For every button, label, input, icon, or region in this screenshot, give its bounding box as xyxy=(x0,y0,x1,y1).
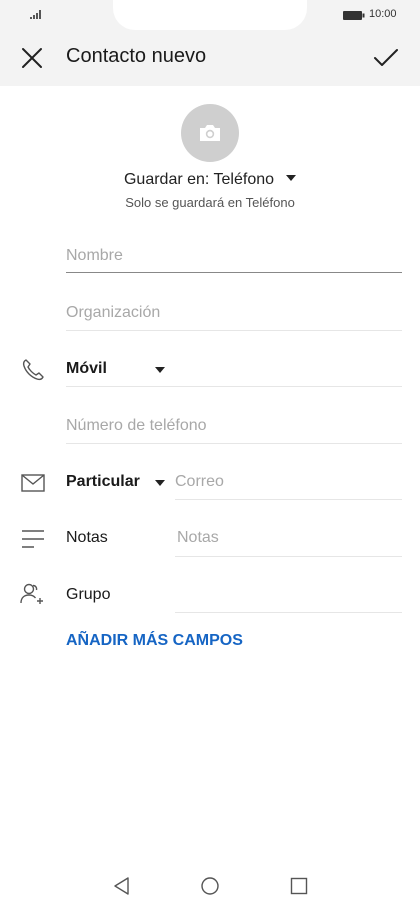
name-underline xyxy=(66,272,402,273)
notes-label: Notas xyxy=(66,529,108,546)
recents-icon[interactable] xyxy=(290,877,308,895)
email-icon xyxy=(21,474,45,492)
phone-type-underline xyxy=(66,386,402,387)
phone-type-selector[interactable]: Móvil xyxy=(66,360,107,378)
camera-notch xyxy=(113,0,307,30)
phone-number-underline xyxy=(66,443,402,444)
status-time: 10:00 xyxy=(369,8,397,20)
notes-underline xyxy=(175,556,402,557)
home-icon[interactable] xyxy=(200,876,220,896)
email-type-selector[interactable]: Particular xyxy=(66,473,140,491)
battery-icon xyxy=(343,11,365,20)
contact-photo-button[interactable] xyxy=(181,104,239,162)
app-bar: Contacto nuevo xyxy=(0,30,420,86)
dropdown-arrow-icon xyxy=(286,174,297,181)
back-icon[interactable] xyxy=(112,876,130,896)
navigation-bar xyxy=(0,860,420,910)
close-icon[interactable] xyxy=(20,46,44,70)
notes-icon xyxy=(22,530,44,548)
save-location-selector[interactable]: Guardar en: Teléfono xyxy=(0,171,420,189)
camera-icon xyxy=(200,125,220,141)
signal-icon xyxy=(30,10,41,19)
status-bar: 10:00 xyxy=(0,0,420,30)
email-type-dropdown-icon[interactable] xyxy=(155,480,165,486)
add-more-fields-button[interactable]: AÑADIR MÁS CAMPOS xyxy=(66,632,243,650)
page-title: Contacto nuevo xyxy=(66,45,207,67)
organization-underline xyxy=(66,330,402,331)
check-icon[interactable] xyxy=(373,46,399,70)
group-label: Grupo xyxy=(66,586,111,603)
organization-input[interactable]: Organización xyxy=(66,304,160,322)
email-input[interactable]: Correo xyxy=(175,473,224,491)
group-icon xyxy=(20,583,43,604)
phone-type-dropdown-icon[interactable] xyxy=(155,367,165,373)
notes-input[interactable]: Notas xyxy=(177,529,219,547)
email-underline xyxy=(175,499,402,500)
group-underline[interactable] xyxy=(175,612,402,613)
save-location-note: Solo se guardará en Teléfono xyxy=(125,195,295,210)
phone-number-input[interactable]: Número de teléfono xyxy=(66,417,207,435)
save-location-label: Guardar en: Teléfono xyxy=(123,171,275,188)
phone-icon xyxy=(22,359,44,381)
name-input[interactable]: Nombre xyxy=(66,247,123,265)
